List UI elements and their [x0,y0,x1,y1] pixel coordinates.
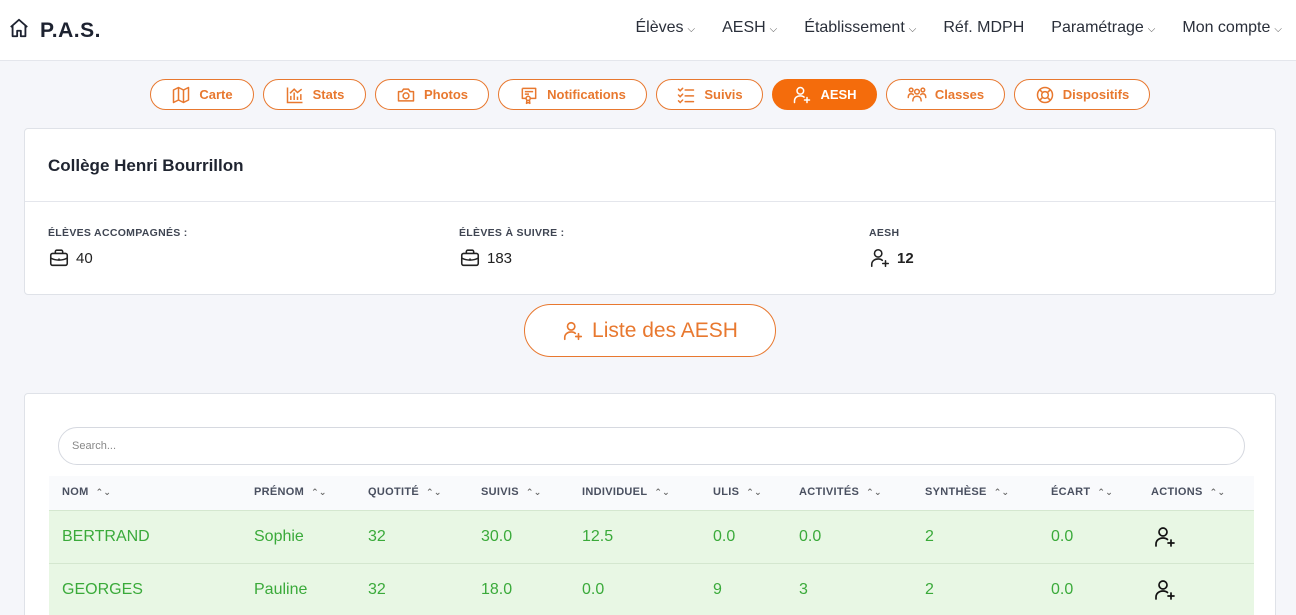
sort-icon: ⌃⌄ [95,486,112,497]
cell-quotite: 32 [368,528,386,545]
school-name: Collège Henri Bourrillon [48,156,244,175]
cell-quotite: 32 [368,581,386,598]
pill-carte[interactable]: Carte [150,79,254,110]
briefcase-icon [49,249,69,267]
column-header-prenom[interactable]: PRÉNOM ⌃⌄ [254,486,327,498]
nav-aesh[interactable]: AESH ⌵ [722,19,777,37]
nav-eleves[interactable]: Élèves ⌵ [635,19,695,37]
cell-prenom: Sophie [254,528,304,545]
sort-icon: ⌃⌄ [311,486,327,497]
table-row[interactable]: BERTRAND Sophie 32 30.0 12.5 0.0 0.0 2 0… [49,510,1254,563]
table-row[interactable]: GEORGES Pauline 32 18.0 0.0 9 3 2 0.0 [49,563,1254,615]
stat-eleves-a-suivre: ÉLÈVES À SUIVRE : 183 [459,227,564,269]
pill-stats[interactable]: Stats [263,79,366,110]
chevron-down-icon: ⌵ [769,23,778,35]
pill-dispositifs[interactable]: Dispositifs [1014,79,1150,110]
cell-nom: GEORGES [62,581,143,598]
pill-photos[interactable]: Photos [375,79,489,110]
liste-aesh-button[interactable]: Liste des AESH [524,304,776,357]
brand[interactable]: P.A.S. [8,17,101,44]
briefcase-icon [460,249,480,267]
pill-aesh[interactable]: AESH [772,79,877,110]
user-plus-icon[interactable] [1153,525,1177,549]
cell-suivis: 30.0 [481,528,513,545]
pill-suivis[interactable]: Suivis [656,79,763,110]
nav-parametrage[interactable]: Paramétrage ⌵ [1051,19,1155,37]
search-input[interactable] [58,427,1245,465]
sort-icon: ⌃⌄ [866,486,882,497]
top-navbar: P.A.S. Élèves ⌵ AESH ⌵ Établissement ⌵ Réf.… [0,0,1296,61]
camera-icon [397,87,415,102]
cell-ulis: 0.0 [713,528,736,545]
cell-activites: 3 [799,581,808,598]
column-header-activites[interactable]: ACTIVITÉS ⌃⌄ [799,486,882,498]
column-header-quotite[interactable]: QUOTITÉ ⌃⌄ [368,486,442,498]
cell-synthese: 2 [925,581,934,598]
user-plus-icon[interactable] [1153,578,1177,602]
sort-icon: ⌃⌄ [525,486,542,497]
cell-suivis: 18.0 [481,581,513,598]
cell-individuel: 0.0 [582,581,605,598]
sort-icon: ⌃⌄ [426,486,442,497]
column-header-synthese[interactable]: SYNTHÈSE ⌃⌄ [925,486,1009,498]
chart-icon [286,87,303,103]
stat-aesh: AESH 12 [869,227,914,269]
column-header-ecart[interactable]: ÉCART ⌃⌄ [1051,486,1113,498]
main-nav: Élèves ⌵ AESH ⌵ Établissement ⌵ Réf. MDPH P… [608,19,1282,37]
cell-activites: 0.0 [799,528,822,545]
table-header: NOM ⌃⌄ PRÉNOM ⌃⌄ QUOTITÉ ⌃⌄ SUIVIS ⌃⌄ INDIVI… [49,476,1254,510]
sort-icon: ⌃⌄ [1097,486,1114,497]
certificate-icon [521,87,537,104]
chevron-down-icon: ⌵ [687,23,696,35]
divider [25,201,1275,202]
cell-synthese: 2 [925,528,934,545]
column-header-nom[interactable]: NOM ⌃⌄ [62,486,111,498]
cell-ulis: 9 [713,581,722,598]
home-icon [8,17,30,44]
pill-classes[interactable]: Classes [886,79,1005,110]
stat-eleves-accompagnes: ÉLÈVES ACCOMPAGNÉS : 40 [48,227,188,269]
nav-etablissement[interactable]: Établissement ⌵ [804,19,916,37]
checklist-icon [678,87,695,104]
user-plus-icon [794,86,811,103]
cell-prenom: Pauline [254,581,308,598]
school-info-card: Collège Henri Bourrillon ÉLÈVES ACCOMPAG… [24,128,1276,295]
map-icon [173,86,190,103]
chevron-down-icon: ⌵ [908,23,917,35]
sort-icon: ⌃⌄ [746,486,762,497]
column-header-suivis[interactable]: SUIVIS ⌃⌄ [481,486,542,498]
nav-ref-mdph[interactable]: Réf. MDPH [943,19,1024,37]
aesh-table-card: NOM⌃⌄ PRÉNOM⌃⌄ QUOTITÉ⌃⌄ SUIVIS⌃⌄ INDIVI… [24,393,1276,615]
chevron-down-icon: ⌵ [1274,23,1282,35]
sort-icon: ⌃⌄ [993,486,1010,497]
chevron-down-icon: ⌵ [1147,23,1156,35]
sort-icon: ⌃⌄ [1209,486,1226,497]
section-pills: Carte Stats Photos Notifications Suivis … [0,79,1296,111]
pill-notifications[interactable]: Notifications [498,79,647,110]
cell-ecart: 0.0 [1051,581,1074,598]
cell-nom: BERTRAND [62,528,150,545]
sort-icon: ⌃⌄ [654,486,671,497]
cell-individuel: 12.5 [582,528,614,545]
column-header-ulis[interactable]: ULIS ⌃⌄ [713,486,762,498]
cell-ecart: 0.0 [1051,528,1074,545]
column-header-individuel[interactable]: INDIVIDUEL ⌃⌄ [582,486,670,498]
brand-name: P.A.S. [40,18,101,42]
column-header-actions[interactable]: ACTIONS ⌃⌄ [1151,486,1225,498]
user-plus-icon [870,248,890,268]
lifebuoy-icon [1036,86,1054,103]
user-plus-icon [563,321,583,340]
nav-mon-compte[interactable]: Mon compte ⌵ [1182,19,1282,37]
users-icon [907,86,927,102]
